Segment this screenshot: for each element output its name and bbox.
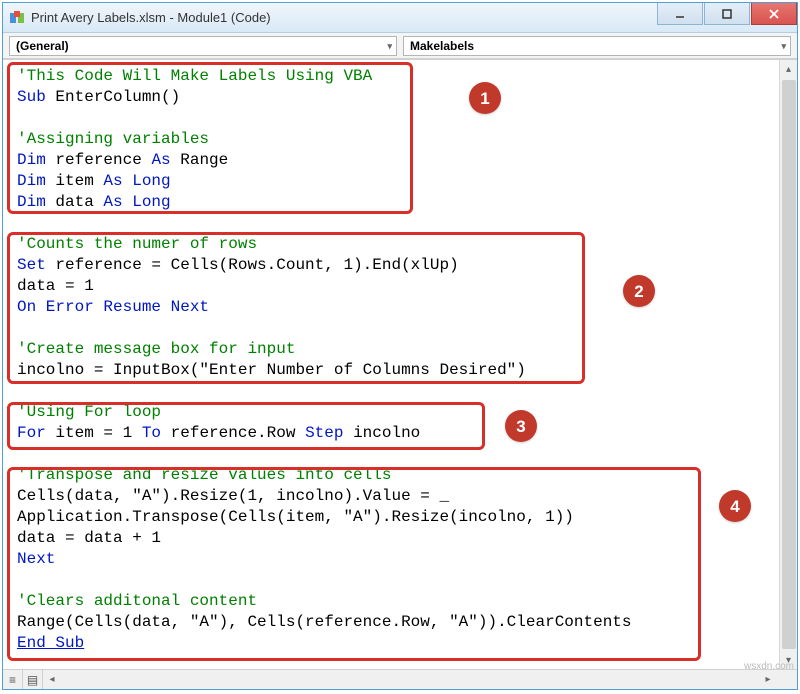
bottom-bar: ≡ ▤ ◂ ▸ <box>3 669 797 689</box>
window-title: Print Avery Labels.xlsm - Module1 (Code) <box>31 10 271 25</box>
scroll-right-arrow-icon[interactable]: ▸ <box>759 671 777 689</box>
scroll-left-arrow-icon[interactable]: ◂ <box>43 671 61 689</box>
code-line: 'Counts the numer of rows <box>17 235 257 253</box>
dropdown-row: (General) ▾ Makelabels ▾ <box>3 33 797 59</box>
vba-editor-window: Print Avery Labels.xlsm - Module1 (Code)… <box>2 2 798 690</box>
close-button[interactable] <box>751 3 797 25</box>
app-icon <box>9 10 25 26</box>
code-editor[interactable]: 'This Code Will Make Labels Using VBA Su… <box>3 60 779 669</box>
code-text: EnterColumn() <box>46 88 180 106</box>
chevron-down-icon: ▾ <box>387 41 392 52</box>
vertical-scrollbar[interactable]: ▴ ▾ <box>779 60 797 669</box>
chevron-down-icon: ▾ <box>781 41 786 52</box>
annotation-badge-4: 4 <box>719 490 751 522</box>
scroll-thumb[interactable] <box>782 80 796 649</box>
annotation-badge-2: 2 <box>623 275 655 307</box>
titlebar[interactable]: Print Avery Labels.xlsm - Module1 (Code) <box>3 3 797 33</box>
code-keyword: Sub <box>17 88 46 106</box>
watermark: wsxdn.com <box>744 661 794 672</box>
editor-area: 'This Code Will Make Labels Using VBA Su… <box>3 59 797 669</box>
code-line: 'Assigning variables <box>17 130 209 148</box>
scroll-track[interactable] <box>61 673 759 687</box>
scroll-up-arrow-icon[interactable]: ▴ <box>780 60 798 78</box>
maximize-button[interactable] <box>704 3 750 25</box>
annotation-badge-3: 3 <box>505 410 537 442</box>
procedure-dropdown-value: Makelabels <box>410 39 474 53</box>
minimize-button[interactable] <box>657 3 703 25</box>
window-buttons <box>657 3 797 25</box>
annotation-badge-1: 1 <box>469 82 501 114</box>
object-dropdown[interactable]: (General) ▾ <box>9 36 397 56</box>
horizontal-scrollbar[interactable]: ◂ ▸ <box>43 670 777 689</box>
full-module-view-icon[interactable]: ▤ <box>23 670 43 689</box>
procedure-dropdown[interactable]: Makelabels ▾ <box>403 36 791 56</box>
object-dropdown-value: (General) <box>16 39 69 53</box>
code-line: 'This Code Will Make Labels Using VBA <box>17 67 372 85</box>
code-keyword: Dim <box>17 151 46 169</box>
corner-grip <box>777 670 797 689</box>
procedure-view-icon[interactable]: ≡ <box>3 670 23 689</box>
